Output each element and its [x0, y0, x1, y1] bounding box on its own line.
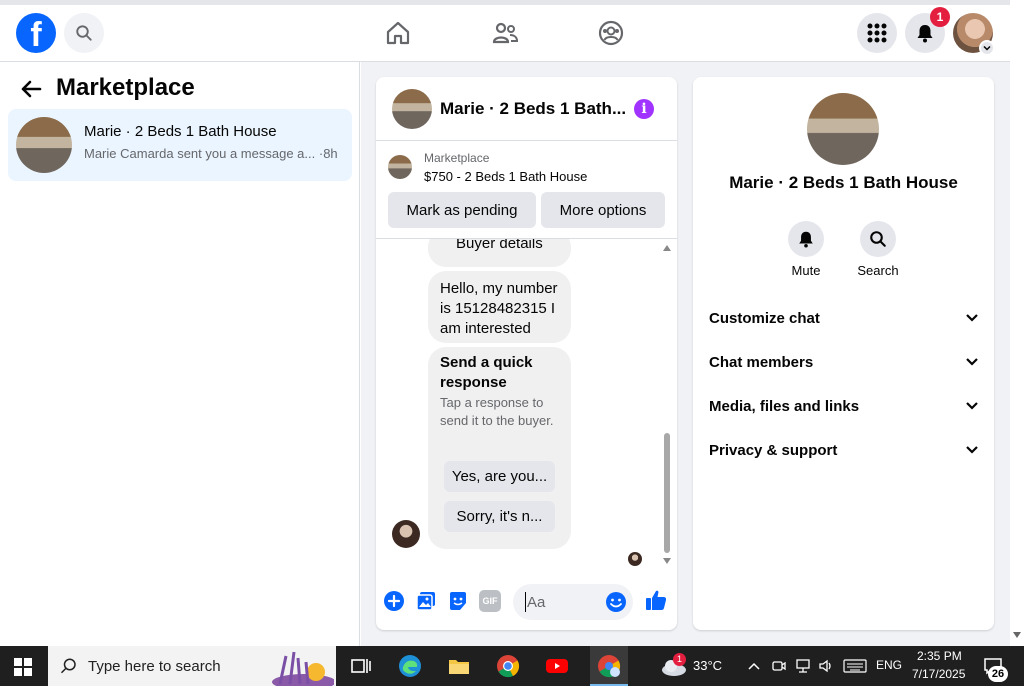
- edge-icon[interactable]: [398, 654, 422, 678]
- listing-thumbnail: [16, 117, 72, 173]
- chevron-down-icon: [966, 446, 978, 454]
- emoji-icon[interactable]: [605, 591, 627, 613]
- media-files-links-row[interactable]: Media, files and links: [701, 384, 986, 428]
- bell-icon: [917, 25, 933, 43]
- message-input-box[interactable]: [513, 584, 633, 620]
- windows-start-icon[interactable]: [14, 658, 32, 676]
- chrome-profile-icon: [598, 655, 621, 678]
- seen-avatar: [628, 552, 642, 566]
- quick-response-title: Send a quick response: [440, 354, 533, 391]
- weather-badge: 1: [673, 653, 686, 666]
- listing-price-title[interactable]: $750 - 2 Beds 1 Bath House: [424, 169, 587, 184]
- keyboard-icon[interactable]: [843, 659, 867, 673]
- scroll-up-arrow[interactable]: [663, 245, 671, 251]
- home-icon[interactable]: [384, 19, 412, 47]
- chat-header: Marie · 2 Beds 1 Bath... i: [376, 77, 677, 141]
- quick-option-sorry[interactable]: Sorry, it's n...: [444, 501, 555, 532]
- volume-icon[interactable]: [818, 658, 834, 674]
- account-menu-button[interactable]: [979, 40, 995, 56]
- gif-icon[interactable]: GIF: [479, 590, 501, 612]
- quick-response-subtitle: Tap a response to send it to the buyer.: [440, 395, 554, 428]
- menu-button[interactable]: [857, 13, 897, 53]
- plus-icon[interactable]: [383, 590, 405, 612]
- conversation-title: Marie · 2 Beds 1 Bath House: [84, 123, 277, 140]
- temperature[interactable]: 33°C: [693, 658, 722, 673]
- panel-thumbnail[interactable]: [807, 93, 879, 165]
- bell-icon: [799, 231, 813, 248]
- chevron-down-icon: [983, 45, 991, 51]
- page-scrollbar[interactable]: [1010, 0, 1024, 646]
- thumbs-up-icon[interactable]: [644, 588, 668, 612]
- message-bubble-partial: Buyer details: [428, 239, 571, 267]
- chrome-icon[interactable]: [496, 654, 520, 678]
- listing-banner: Marketplace $750 - 2 Beds 1 Bath House M…: [376, 141, 677, 239]
- message-list: Buyer details Hello, my number is 151284…: [376, 239, 677, 570]
- conversation-details-panel: Marie · 2 Beds 1 Bath House Mute Search …: [693, 77, 994, 630]
- groups-icon[interactable]: [597, 19, 625, 47]
- search-icon: [60, 658, 76, 674]
- photo-icon[interactable]: [415, 590, 437, 612]
- file-explorer-icon[interactable]: [447, 654, 471, 678]
- quick-response-card: Send a quick response Tap a response to …: [428, 347, 571, 549]
- scroll-down-arrow[interactable]: [663, 558, 671, 564]
- lavender-illustration-icon: [272, 651, 334, 686]
- facebook-logo[interactable]: f: [16, 13, 56, 53]
- page-scroll-down-arrow[interactable]: [1013, 632, 1021, 638]
- active-chrome-profile-tab[interactable]: [590, 646, 628, 686]
- grid-menu-icon: [867, 23, 887, 43]
- clock-time[interactable]: 2:35 PM: [917, 649, 962, 663]
- info-icon[interactable]: i: [634, 99, 654, 119]
- chevron-down-icon: [966, 314, 978, 322]
- chat-window: Marie · 2 Beds 1 Bath... i Marketplace $…: [376, 77, 677, 630]
- clock-date[interactable]: 7/17/2025: [912, 667, 965, 681]
- chat-title[interactable]: Marie · 2 Beds 1 Bath...: [440, 99, 630, 119]
- mute-label: Mute: [791, 263, 821, 278]
- sender-avatar[interactable]: [392, 520, 420, 548]
- mute-button[interactable]: Mute: [776, 221, 836, 278]
- message-bubble: Hello, my number is 15128482315 I am int…: [428, 271, 571, 343]
- language-indicator[interactable]: ENG: [876, 658, 902, 672]
- search-icon: [870, 231, 886, 247]
- top-navigation: f 1: [0, 0, 1010, 62]
- more-options-button[interactable]: More options: [541, 192, 665, 228]
- search-label: Search: [857, 263, 899, 278]
- customize-chat-row[interactable]: Customize chat: [701, 296, 986, 340]
- youtube-icon[interactable]: [545, 654, 569, 678]
- sticker-icon[interactable]: [447, 590, 469, 612]
- network-icon[interactable]: [795, 658, 811, 674]
- windows-taskbar: Type here to search 1 33°C ENG 2:35 PM 7…: [0, 646, 1024, 686]
- search-conversation-button[interactable]: Search: [848, 221, 908, 278]
- chat-members-row[interactable]: Chat members: [701, 340, 986, 384]
- message-composer: GIF: [376, 580, 677, 620]
- notification-badge: 1: [930, 7, 950, 27]
- page-title: Marketplace: [56, 74, 195, 101]
- mark-as-pending-button[interactable]: Mark as pending: [388, 192, 536, 228]
- chevron-down-icon: [966, 402, 978, 410]
- conversation-preview: Marie Camarda sent you a message a... ·8…: [84, 146, 338, 161]
- quick-option-yes[interactable]: Yes, are you...: [444, 461, 555, 492]
- privacy-support-row[interactable]: Privacy & support: [701, 428, 986, 472]
- conversation-time: ·8h: [318, 146, 338, 161]
- search-button[interactable]: [64, 13, 104, 53]
- back-arrow-icon[interactable]: [20, 80, 42, 98]
- chat-thumbnail[interactable]: [392, 89, 432, 129]
- conversation-item[interactable]: Marie · 2 Beds 1 Bath House Marie Camard…: [8, 109, 352, 181]
- chat-scrollbar[interactable]: [664, 433, 670, 553]
- task-view-icon[interactable]: [349, 654, 373, 678]
- meet-now-icon[interactable]: [771, 658, 787, 674]
- listing-thumbnail-small[interactable]: [388, 155, 412, 179]
- notification-count-badge: 26: [988, 666, 1008, 682]
- taskbar-search-placeholder: Type here to search: [88, 658, 221, 675]
- listing-category: Marketplace: [424, 151, 490, 165]
- search-icon: [76, 25, 92, 41]
- chevron-down-icon: [966, 358, 978, 366]
- marketplace-sidebar: Marketplace Marie · 2 Beds 1 Bath House …: [0, 62, 360, 646]
- panel-title: Marie · 2 Beds 1 Bath House: [729, 173, 958, 192]
- friends-icon[interactable]: [491, 19, 519, 47]
- taskbar-search-box[interactable]: Type here to search: [48, 646, 336, 686]
- message-input[interactable]: [525, 592, 595, 612]
- chevron-up-icon[interactable]: [748, 661, 760, 671]
